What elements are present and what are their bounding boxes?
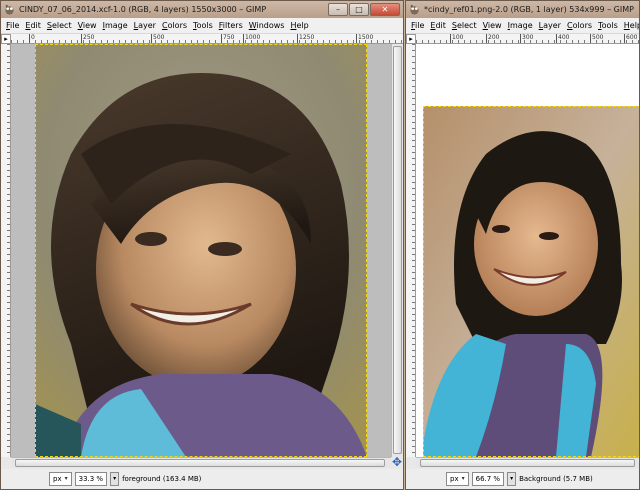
horizontal-ruler[interactable]: 100 200 300 400 500 600 (416, 34, 639, 43)
unit-value: px (450, 475, 459, 483)
quick-mask-toggle[interactable]: ▸ (1, 34, 11, 44)
menu-edit[interactable]: Edit (427, 21, 449, 30)
quick-mask-toggle[interactable]: ▸ (406, 34, 416, 44)
zoom-dropdown-button[interactable]: ▾ (110, 472, 120, 486)
vertical-scrollbar[interactable] (391, 44, 403, 457)
zoom-input[interactable]: 33.3 % (74, 472, 108, 486)
ruler-tick: 600 (624, 34, 637, 43)
menu-help[interactable]: Help (287, 21, 311, 30)
menu-colors[interactable]: Colors (159, 21, 190, 30)
ruler-tick: 300 (520, 34, 533, 43)
image-canvas[interactable] (416, 44, 639, 457)
title-bar[interactable]: CINDY_07_06_2014.xcf-1.0 (RGB, 4 layers)… (1, 1, 403, 18)
menu-layer[interactable]: Layer (131, 21, 159, 30)
menu-select[interactable]: Select (44, 21, 75, 30)
menu-colors[interactable]: Colors (564, 21, 595, 30)
gimp-window-painting: CINDY_07_06_2014.xcf-1.0 (RGB, 4 layers)… (0, 0, 404, 490)
layer-status: Background (5.7 MB) (519, 475, 593, 483)
horizontal-scroll-thumb[interactable] (420, 459, 635, 467)
unit-value: px (53, 475, 62, 483)
menu-windows[interactable]: Windows (246, 21, 288, 30)
navigate-icon[interactable]: ✥ (392, 455, 402, 469)
image-canvas[interactable] (11, 44, 391, 457)
layer-boundary (35, 44, 367, 457)
menu-filters[interactable]: Filters (216, 21, 246, 30)
menu-layer[interactable]: Layer (536, 21, 564, 30)
title-bar[interactable]: *cindy_ref01.png-2.0 (RGB, 1 layer) 534x… (406, 1, 639, 18)
ruler-tick: 500 (151, 34, 164, 43)
ruler-tick: 1500 (356, 34, 373, 43)
ruler-tick: 0 (29, 34, 35, 43)
ruler-tick: 750 (221, 34, 234, 43)
zoom-value: 33.3 % (78, 475, 104, 483)
status-bar: px ▾ 66.7 % ▾ Background (5.7 MB) (406, 469, 639, 489)
ruler-tick: 100 (450, 34, 463, 43)
ruler-tick: 1000 (243, 34, 260, 43)
menu-bar: File Edit Select View Image Layer Colors… (1, 18, 403, 34)
ruler-tick: 500 (590, 34, 603, 43)
horizontal-scrollbar[interactable] (11, 457, 391, 468)
vertical-ruler[interactable] (1, 44, 11, 457)
menu-tools[interactable]: Tools (190, 21, 216, 30)
window-title: *cindy_ref01.png-2.0 (RGB, 1 layer) 534x… (424, 5, 634, 14)
menu-help[interactable]: Help (621, 21, 639, 30)
unit-select[interactable]: px ▾ (49, 472, 72, 486)
ruler-tick: 400 (556, 34, 569, 43)
unit-select[interactable]: px ▾ (446, 472, 469, 486)
status-bar: px ▾ 33.3 % ▾ foreground (163.4 MB) (1, 469, 403, 489)
chevron-down-icon: ▾ (461, 475, 465, 482)
close-button[interactable]: ✕ (370, 3, 400, 16)
menu-file[interactable]: File (408, 21, 427, 30)
menu-view[interactable]: View (75, 21, 100, 30)
gimp-window-reference: *cindy_ref01.png-2.0 (RGB, 1 layer) 534x… (405, 0, 640, 490)
ruler-tick: 250 (81, 34, 94, 43)
ruler-tick: 1250 (297, 34, 314, 43)
menu-file[interactable]: File (3, 21, 22, 30)
menu-bar: File Edit Select View Image Layer Colors… (406, 18, 639, 34)
minimize-button[interactable]: – (328, 3, 348, 16)
menu-view[interactable]: View (480, 21, 505, 30)
horizontal-scroll-thumb[interactable] (15, 459, 385, 467)
ruler-tick: 200 (486, 34, 499, 43)
gimp-app-icon (410, 4, 419, 15)
layer-boundary (423, 106, 639, 457)
menu-image[interactable]: Image (100, 21, 131, 30)
menu-image[interactable]: Image (505, 21, 536, 30)
layer-status: foreground (163.4 MB) (122, 475, 202, 483)
horizontal-scrollbar[interactable] (416, 457, 639, 468)
zoom-value: 66.7 % (475, 475, 501, 483)
window-title: CINDY_07_06_2014.xcf-1.0 (RGB, 4 layers)… (19, 5, 267, 14)
gimp-app-icon (5, 4, 14, 15)
zoom-dropdown-button[interactable]: ▾ (507, 472, 517, 486)
zoom-input[interactable]: 66.7 % (471, 472, 505, 486)
menu-select[interactable]: Select (449, 21, 480, 30)
chevron-down-icon: ▾ (64, 475, 68, 482)
vertical-scroll-thumb[interactable] (393, 46, 402, 454)
horizontal-ruler[interactable]: 0 250 500 750 1000 1250 1500 (11, 34, 403, 43)
vertical-ruler[interactable] (406, 44, 416, 457)
menu-tools[interactable]: Tools (595, 21, 621, 30)
maximize-button[interactable]: □ (349, 3, 369, 16)
menu-edit[interactable]: Edit (22, 21, 44, 30)
